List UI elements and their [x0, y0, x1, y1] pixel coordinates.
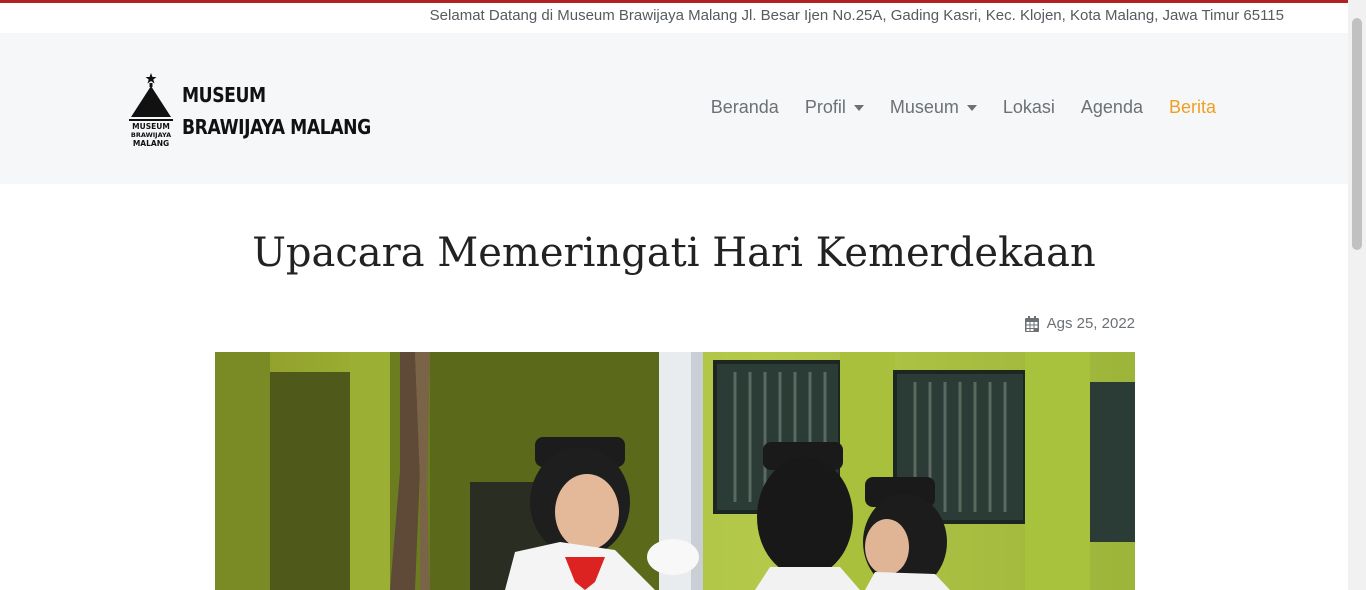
- brand-link[interactable]: MUSEUM BRAWIJAYA MALANG MUSEUM BRAWIJAYA…: [128, 73, 402, 149]
- article-date-text: Ags 25, 2022: [1046, 315, 1135, 332]
- nav-profil-dropdown[interactable]: Profil: [805, 97, 864, 118]
- article-date: Ags 25, 2022: [1024, 315, 1135, 332]
- svg-text:BRAWIJAYA: BRAWIJAYA: [131, 131, 171, 139]
- vertical-scrollbar[interactable]: [1348, 0, 1366, 590]
- article-photo: [215, 352, 1135, 590]
- nav-berita[interactable]: Berita: [1169, 97, 1216, 118]
- primary-nav: Beranda Profil Museum Lokasi Agenda Beri…: [685, 97, 1216, 118]
- brand-line-2: BRAWIJAYA MALANG: [182, 115, 371, 139]
- nav-agenda-label: Agenda: [1080, 97, 1143, 117]
- main-navbar: MUSEUM BRAWIJAYA MALANG MUSEUM BRAWIJAYA…: [0, 33, 1348, 184]
- top-info-bar: Selamat Datang di Museum Brawijaya Malan…: [0, 3, 1348, 33]
- nav-lokasi[interactable]: Lokasi: [1003, 97, 1055, 118]
- svg-text:MALANG: MALANG: [133, 139, 169, 148]
- nav-museum-label: Museum: [889, 97, 959, 117]
- nav-profil-label: Profil: [804, 97, 846, 117]
- svg-text:MUSEUM: MUSEUM: [132, 122, 170, 131]
- brand-line-1: MUSEUM: [182, 83, 266, 107]
- nav-berita-label: Berita: [1168, 97, 1216, 117]
- museum-logo-icon: MUSEUM BRAWIJAYA MALANG: [128, 73, 174, 149]
- nav-beranda[interactable]: Beranda: [711, 97, 779, 118]
- brand-name: MUSEUM BRAWIJAYA MALANG: [182, 79, 371, 143]
- nav-museum-dropdown[interactable]: Museum: [890, 97, 977, 118]
- caret-down-icon: [853, 104, 864, 111]
- nav-beranda-label: Beranda: [710, 97, 779, 117]
- caret-down-icon: [966, 104, 977, 111]
- scrollbar-thumb[interactable]: [1352, 18, 1362, 250]
- nav-lokasi-label: Lokasi: [1002, 97, 1055, 117]
- calendar-icon: [1024, 315, 1039, 332]
- nav-agenda[interactable]: Agenda: [1081, 97, 1143, 118]
- welcome-address-text: Selamat Datang di Museum Brawijaya Malan…: [429, 7, 1284, 24]
- article-title: Upacara Memeringati Hari Kemerdekaan: [252, 230, 1096, 276]
